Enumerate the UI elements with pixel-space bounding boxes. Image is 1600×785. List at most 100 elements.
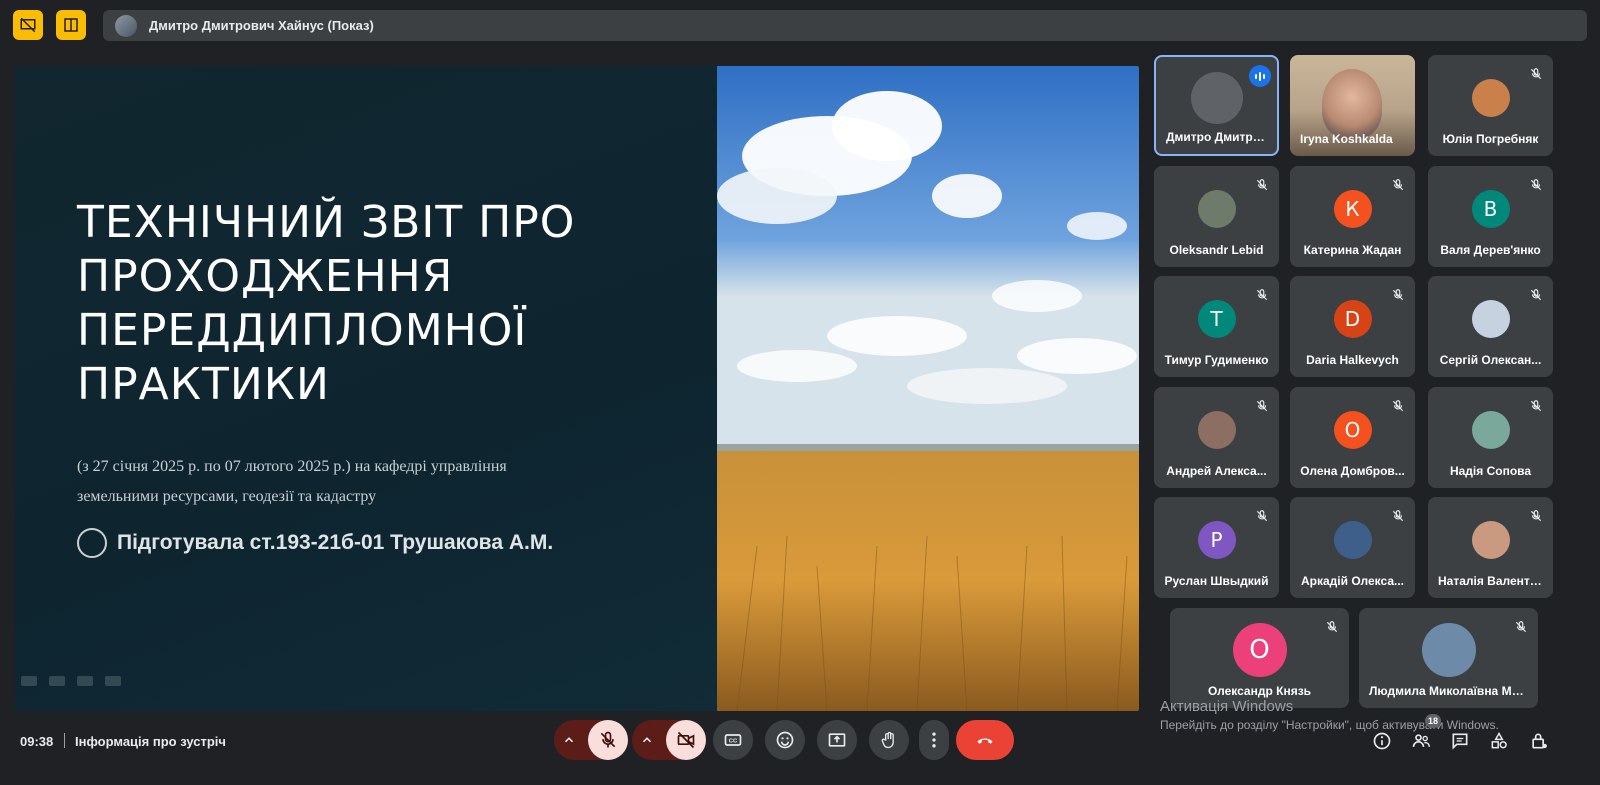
back-arrow-icon[interactable] bbox=[21, 676, 37, 686]
avatar: В bbox=[1471, 189, 1510, 228]
avatar bbox=[1471, 410, 1510, 449]
participant-tile[interactable]: В Валя Дерев'янко bbox=[1428, 166, 1553, 267]
mic-off-icon bbox=[1255, 288, 1269, 302]
divider bbox=[64, 733, 65, 748]
participant-tile[interactable]: Аркадій Олекса... bbox=[1290, 497, 1415, 598]
meeting-details-button[interactable] bbox=[1371, 730, 1393, 752]
participant-name: Сергій Олексан... bbox=[1439, 353, 1542, 367]
presentation-slide: ТЕХНІЧНИЙ ЗВІТ ПРО ПРОХОДЖЕННЯ ПЕРЕДДИПЛ… bbox=[15, 66, 1139, 711]
present-screen-button[interactable] bbox=[817, 720, 857, 760]
avatar bbox=[1471, 520, 1510, 559]
mic-off-icon bbox=[1391, 509, 1405, 523]
participant-name: Daria Halkevych bbox=[1306, 353, 1399, 367]
participant-tile[interactable]: Надія Сопова bbox=[1428, 387, 1553, 488]
camera-off-icon bbox=[677, 731, 695, 749]
avatar bbox=[1197, 189, 1236, 228]
participant-tile[interactable]: О Олександр Князь bbox=[1170, 608, 1349, 708]
avatar: D bbox=[1333, 299, 1372, 338]
presenter-avatar bbox=[115, 14, 137, 37]
layout-button[interactable] bbox=[56, 10, 86, 40]
mic-off-icon bbox=[1391, 288, 1405, 302]
avatar: О bbox=[1333, 410, 1372, 449]
participant-tile[interactable]: D Daria Halkevych bbox=[1290, 276, 1415, 377]
participant-tile[interactable]: К Катерина Жадан bbox=[1290, 166, 1415, 267]
mic-off-icon bbox=[1529, 288, 1543, 302]
more-options-button[interactable] bbox=[919, 720, 949, 760]
closed-captions-icon: CC bbox=[724, 734, 742, 746]
avatar: О bbox=[1232, 623, 1287, 677]
slide-author: Підготувала ст.193-21б-01 Трушакова А.М. bbox=[77, 528, 553, 558]
activities-button[interactable] bbox=[1488, 730, 1510, 752]
participant-tile[interactable]: Oleksandr Lebid bbox=[1154, 166, 1279, 267]
people-icon bbox=[1412, 734, 1431, 747]
video-settings-button[interactable] bbox=[632, 720, 706, 760]
participant-name: Руслан Швыдкий bbox=[1164, 574, 1269, 588]
slide-subtitle: (з 27 січня 2025 р. по 07 лютого 2025 р.… bbox=[77, 452, 637, 512]
activities-icon bbox=[1491, 731, 1507, 749]
participant-tile[interactable]: Людмила Миколаївна Ма... bbox=[1359, 608, 1538, 708]
mic-off-icon bbox=[1529, 509, 1543, 523]
audio-settings-button[interactable] bbox=[554, 720, 628, 760]
participant-tile[interactable]: Р Руслан Швыдкий bbox=[1154, 497, 1279, 598]
slide-author-text: Підготувала ст.193-21б-01 Трушакова А.М. bbox=[117, 531, 554, 554]
avatar bbox=[1333, 520, 1372, 559]
participant-name: Катерина Жадан bbox=[1303, 243, 1402, 257]
hide-presentation-button[interactable] bbox=[13, 10, 43, 40]
avatar: Т bbox=[1197, 299, 1236, 338]
mic-off-icon bbox=[1255, 178, 1269, 192]
avatar: К bbox=[1333, 189, 1372, 228]
participant-name: Дмитро Дмитро... bbox=[1166, 130, 1271, 144]
svg-text:CC: CC bbox=[729, 739, 738, 745]
chat-button[interactable] bbox=[1449, 730, 1471, 752]
sound-icon[interactable] bbox=[105, 676, 121, 686]
camera-toggle-button[interactable] bbox=[666, 720, 706, 760]
hand-icon bbox=[881, 731, 894, 749]
host-controls-button[interactable] bbox=[1528, 730, 1550, 752]
layout-icon bbox=[64, 18, 78, 32]
raise-hand-button[interactable] bbox=[869, 720, 909, 760]
participant-name: Тимур Гудименко bbox=[1164, 353, 1269, 367]
captions-button[interactable]: CC bbox=[713, 720, 753, 760]
slides-icon[interactable] bbox=[77, 676, 93, 686]
presenter-name: Дмитро Дмитрович Хайнус (Показ) bbox=[149, 18, 374, 33]
presenter-bar: Дмитро Дмитрович Хайнус (Показ) bbox=[103, 10, 1587, 41]
mic-off-icon bbox=[1529, 399, 1543, 413]
pen-icon[interactable] bbox=[49, 676, 65, 686]
leave-call-button[interactable] bbox=[956, 720, 1014, 760]
participant-tile[interactable]: Сергій Олексан... bbox=[1428, 276, 1553, 377]
slide-wheat-field-image bbox=[717, 66, 1139, 711]
mic-off-icon bbox=[1391, 399, 1405, 413]
slide-subtitle-line-2: земельними ресурсами, геодезії та кадаст… bbox=[77, 488, 377, 505]
participant-name: Аркадій Олекса... bbox=[1301, 574, 1404, 588]
participant-tile[interactable]: Юлія Погребняк bbox=[1428, 55, 1553, 156]
mic-off-icon bbox=[1391, 178, 1405, 192]
reactions-button[interactable] bbox=[765, 720, 805, 760]
presentation-off-icon bbox=[20, 17, 36, 33]
participant-tile[interactable]: Дмитро Дмитро... bbox=[1154, 55, 1279, 156]
participant-tile[interactable]: Андрей Алекса... bbox=[1154, 387, 1279, 488]
participant-tile[interactable]: Т Тимур Гудименко bbox=[1154, 276, 1279, 377]
avatar bbox=[1197, 78, 1236, 117]
present-screen-icon bbox=[828, 733, 846, 747]
bullet-circle-icon bbox=[77, 528, 107, 558]
meeting-info-link[interactable]: Інформація про зустріч bbox=[75, 734, 226, 749]
participant-name: Надія Сопова bbox=[1449, 464, 1532, 478]
lock-person-icon bbox=[1532, 733, 1547, 749]
mic-off-icon bbox=[600, 731, 616, 748]
avatar bbox=[1471, 299, 1510, 338]
mic-off-icon bbox=[1529, 67, 1543, 81]
participants-count-badge: 18 bbox=[1425, 714, 1441, 728]
microphone-toggle-button[interactable] bbox=[588, 720, 628, 760]
mic-off-icon bbox=[1529, 178, 1543, 192]
windows-activation-subtitle: Перейдіть до розділу "Настройки", щоб ак… bbox=[1160, 718, 1499, 732]
chat-icon bbox=[1452, 733, 1468, 750]
participant-tile[interactable]: О Олена Домбров... bbox=[1290, 387, 1415, 488]
participant-tile[interactable]: Iryna Koshkalda bbox=[1290, 55, 1415, 156]
chevron-up-icon bbox=[564, 737, 574, 743]
avatar bbox=[1471, 78, 1510, 117]
avatar: Р bbox=[1197, 520, 1236, 559]
participant-tile[interactable]: Наталія Валенти... bbox=[1428, 497, 1553, 598]
people-button[interactable] bbox=[1410, 730, 1432, 752]
participant-name: Олександр Князь bbox=[1207, 684, 1312, 698]
participant-name: Андрей Алекса... bbox=[1166, 464, 1267, 478]
